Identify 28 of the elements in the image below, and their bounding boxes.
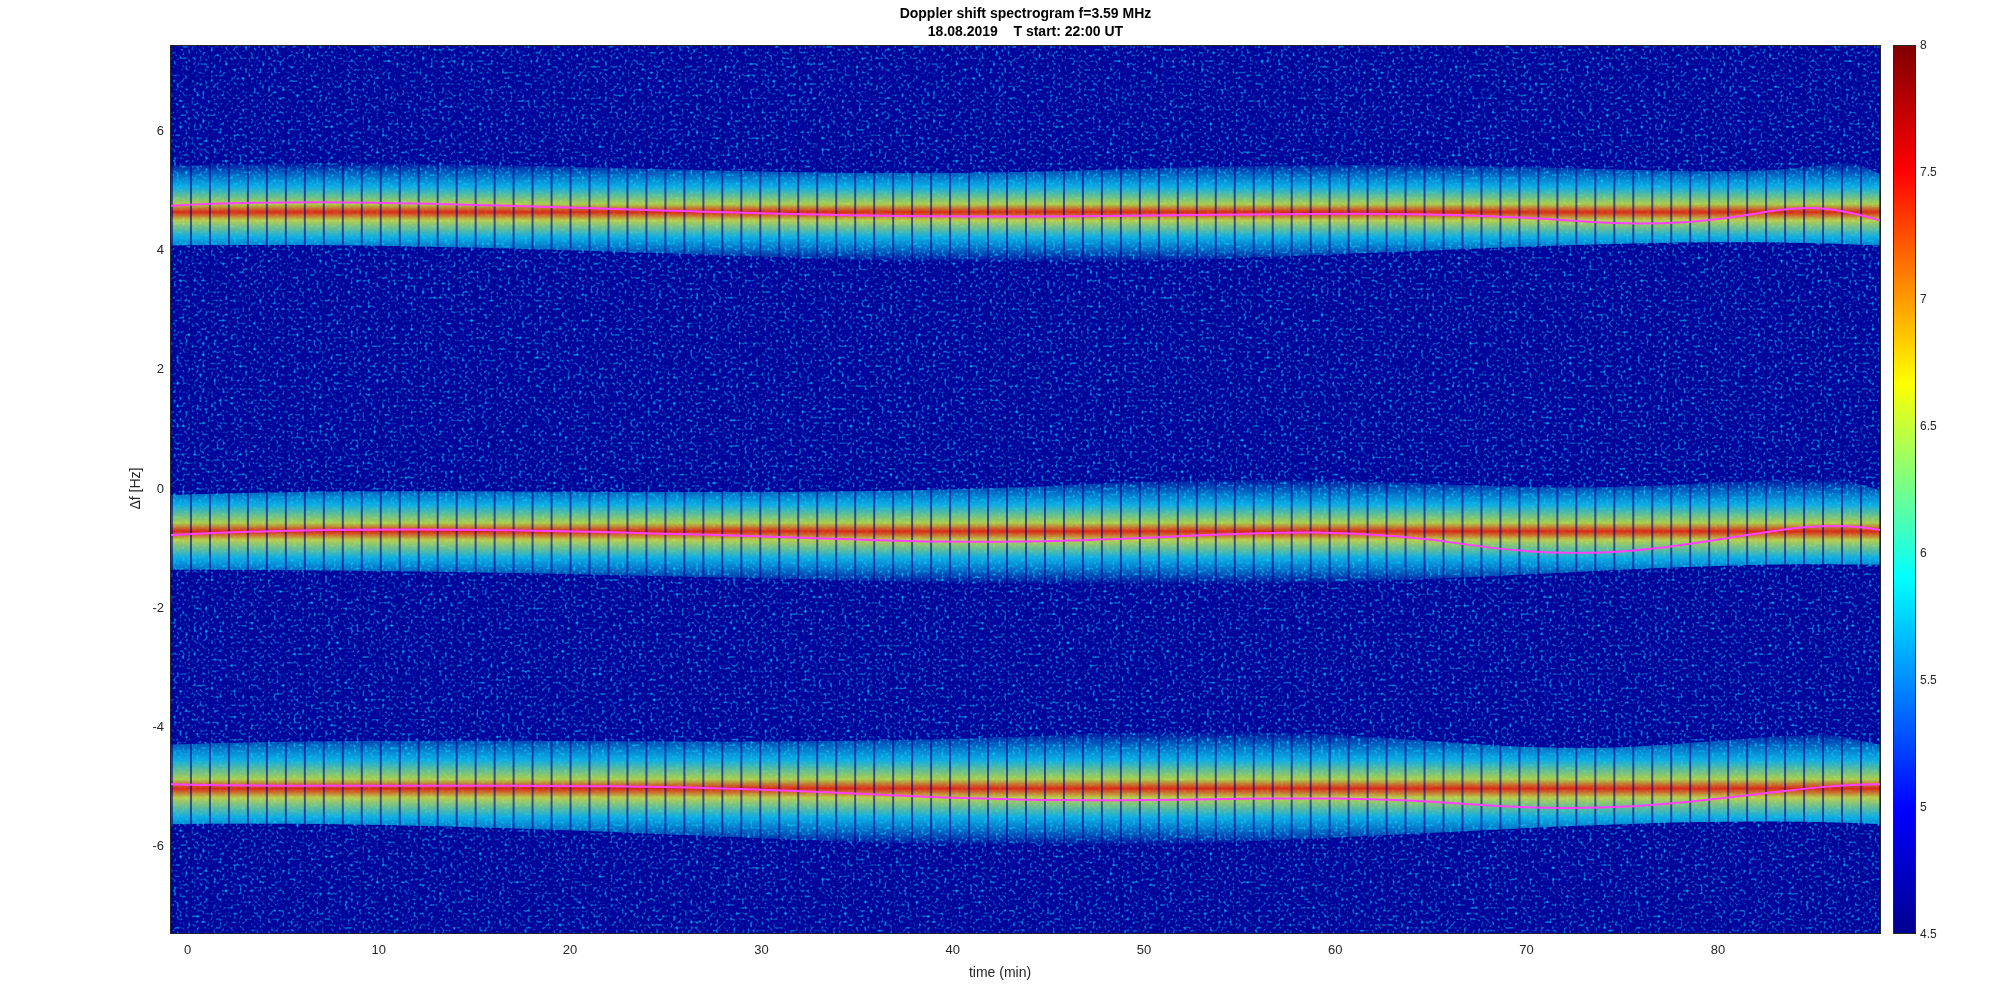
x-tick-label: 20 (561, 941, 579, 959)
x-tick-label: 50 (1135, 941, 1153, 959)
x-tick-label: 40 (944, 941, 961, 959)
x-tick-label: 10 (370, 941, 388, 959)
y-tick-label: 4 (156, 242, 164, 259)
colorbar-tick-label: 6 (1920, 546, 1927, 560)
colorbar-tick-label: 7 (1920, 292, 1927, 306)
colorbar-tick-label: 4.5 (1920, 927, 1937, 941)
colorbar-tick-label: 6.5 (1920, 419, 1937, 433)
colorbar-tick-label: 5 (1920, 800, 1927, 814)
y-tick-label: 6 (156, 123, 164, 139)
y-tick-label: -4 (152, 719, 164, 735)
x-tick-label: 70 (1518, 941, 1535, 959)
chart-title: Doppler shift spectrogram f=3.59 MHz (899, 4, 1152, 22)
x-tick-label: 30 (753, 941, 770, 959)
y-tick-label: 2 (156, 361, 164, 378)
chart-subtitle: 18.08.2019 T start: 22:00 UT (927, 22, 1124, 40)
y-tick-label: -6 (152, 838, 164, 855)
colorbar-tick-label: 5.5 (1920, 673, 1937, 687)
x-tick-label: 80 (1709, 941, 1727, 959)
colorbar-tick-label: 8 (1920, 38, 1927, 52)
x-tick-label: 60 (1327, 941, 1344, 959)
y-tick-label: 0 (156, 480, 164, 497)
y-tick-label: -2 (152, 599, 164, 616)
y-axis-label: Δf [Hz] (125, 466, 144, 512)
colorbar-tick-label: 7.5 (1920, 165, 1937, 179)
x-axis-label: time (min) (967, 963, 1033, 982)
x-tick-label: 0 (182, 941, 193, 959)
